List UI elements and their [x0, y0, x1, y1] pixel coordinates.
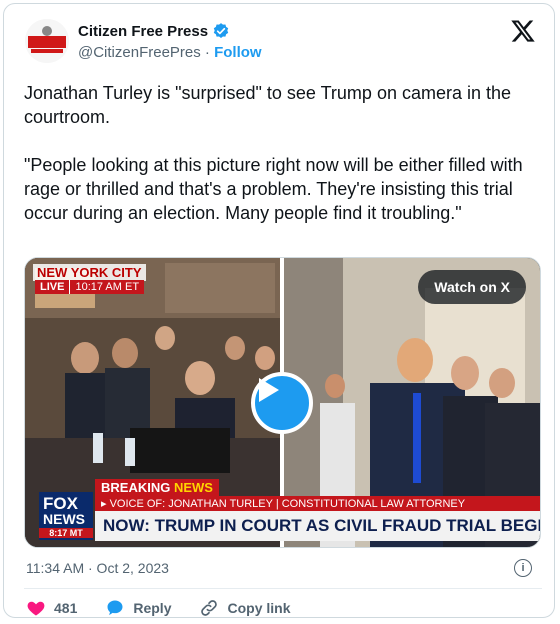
heart-icon: [27, 601, 45, 616]
watch-on-x-button[interactable]: Watch on X: [418, 270, 526, 304]
avatar[interactable]: [25, 19, 69, 63]
breaking-news-banner: BREAKING NEWS: [95, 479, 219, 496]
play-button[interactable]: [251, 372, 313, 434]
copy-link-label: Copy link: [227, 600, 291, 616]
follow-button[interactable]: Follow: [214, 44, 262, 61]
news-label: NEWS: [173, 480, 213, 495]
logo-news: NEWS: [43, 511, 85, 527]
x-logo-icon[interactable]: [510, 18, 536, 44]
tweet-card: Citizen Free Press @CitizenFreePres · Fo…: [3, 3, 555, 618]
live-time: 10:17 AM ET: [69, 280, 145, 294]
verified-badge-icon: [213, 23, 229, 38]
like-count: 481: [54, 600, 78, 616]
author-name-row[interactable]: Citizen Free Press: [78, 22, 230, 40]
reply-bubble-icon: [107, 600, 123, 616]
play-icon: [259, 378, 279, 402]
action-bar: 481 Reply Copy link: [26, 598, 319, 618]
live-banner: LIVE 10:17 AM ET: [35, 280, 145, 294]
avatar-logo-icon: [25, 19, 69, 63]
author-handle-row: @CitizenFreePres · Follow: [78, 44, 262, 61]
divider: [24, 588, 542, 589]
info-icon[interactable]: i: [514, 559, 532, 577]
separator: ·: [200, 44, 215, 61]
author-handle[interactable]: @CitizenFreePres: [78, 44, 201, 61]
video-player[interactable]: NEW YORK CITY LIVE 10:17 AM ET Watch on …: [24, 257, 541, 548]
author-name[interactable]: Citizen Free Press: [78, 23, 208, 40]
timestamp[interactable]: 11:34 AM · Oct 2, 2023: [26, 560, 169, 576]
reply-button[interactable]: Reply: [105, 598, 171, 618]
logo-time: 8:17 MT: [39, 528, 93, 538]
like-button[interactable]: 481: [26, 598, 77, 618]
reply-label: Reply: [133, 600, 172, 616]
headline-banner: NOW: TRUMP IN COURT AS CIVIL FRAUD TRIAL…: [95, 511, 540, 541]
fox-news-logo: FOX NEWS 8:17 MT: [39, 492, 93, 540]
copy-link-button[interactable]: Copy link: [199, 598, 291, 618]
live-label: LIVE: [35, 280, 70, 294]
voice-of-banner: ▸ VOICE OF: JONATHAN TURLEY | CONSTITUTI…: [95, 496, 540, 511]
link-icon: [201, 600, 218, 616]
tweet-text: Jonathan Turley is "surprised" to see Tr…: [24, 83, 523, 223]
location-label: NEW YORK CITY: [33, 264, 146, 281]
breaking-label: BREAKING: [101, 480, 171, 495]
